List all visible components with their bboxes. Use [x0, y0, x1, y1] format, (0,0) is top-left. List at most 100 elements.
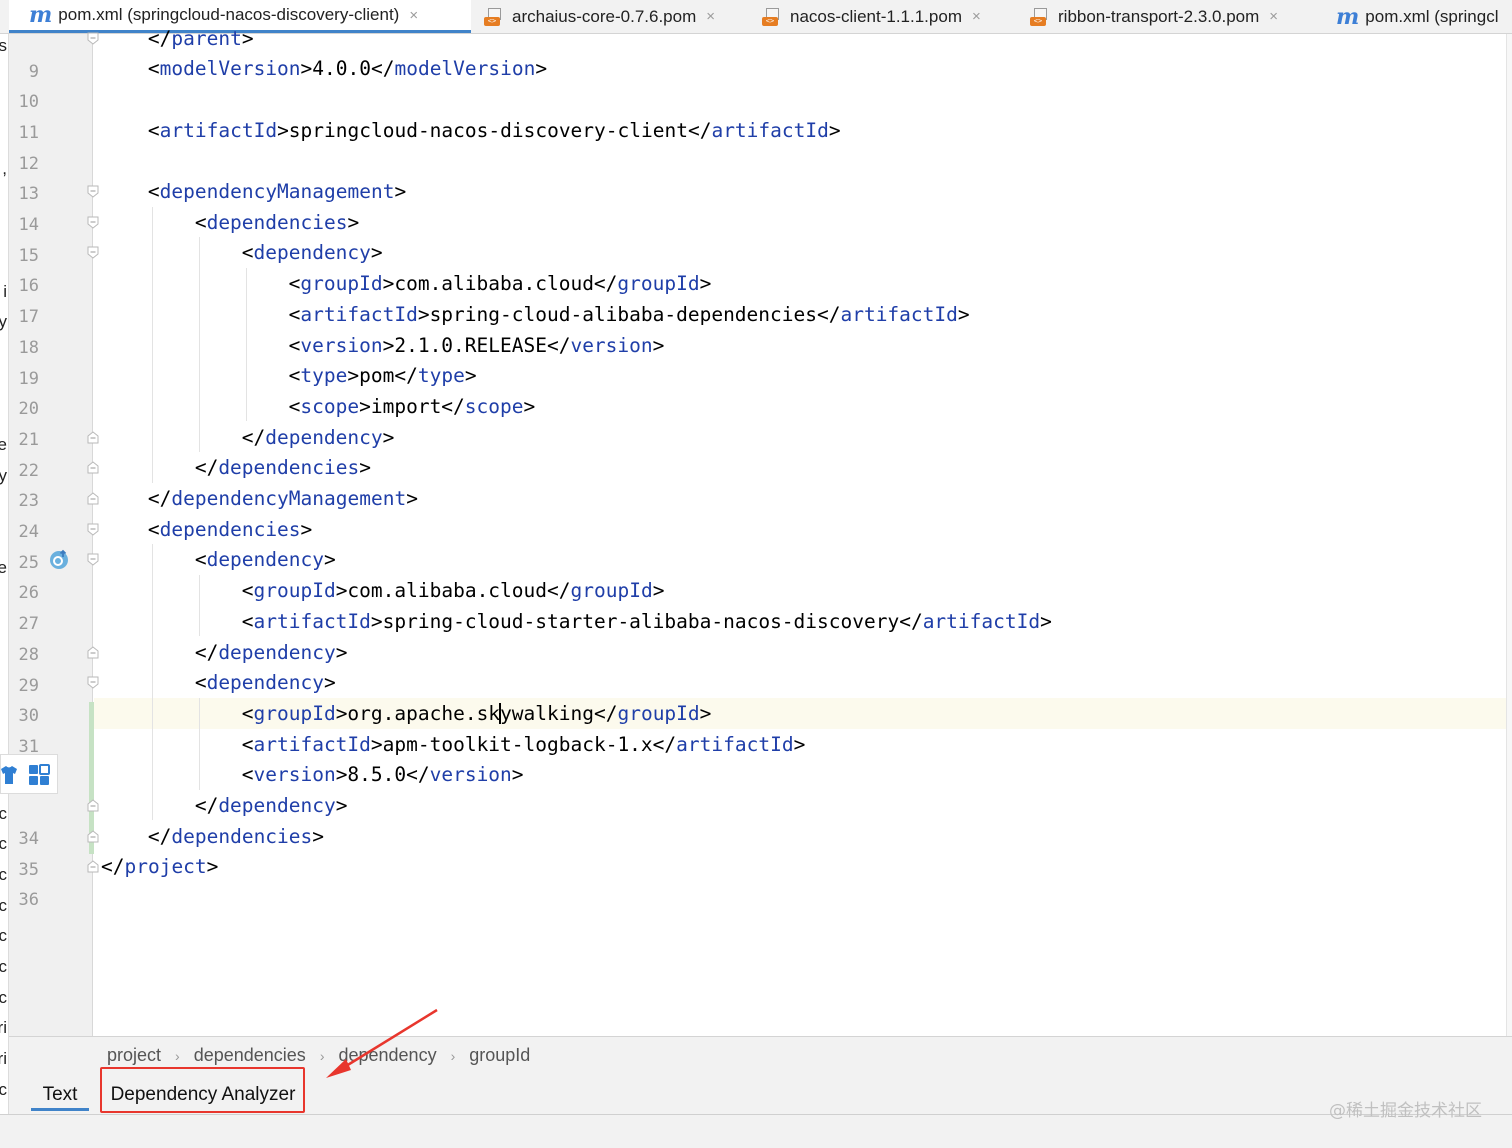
code-line[interactable]: </dependencyManagement> — [148, 483, 418, 514]
project-tree-fragment: c — [0, 988, 7, 1008]
xml-text: > — [464, 364, 477, 388]
code-line[interactable]: </dependency> — [195, 637, 348, 668]
fold-close-icon[interactable] — [87, 430, 99, 444]
xml-text: > — [535, 57, 548, 81]
code-line[interactable]: <type>pom</type> — [289, 360, 477, 391]
code-line[interactable]: <dependencyManagement> — [148, 176, 406, 207]
xml-text: < — [241, 241, 254, 265]
editor-tab[interactable]: m pom.xml (springcl — [1316, 0, 1512, 33]
xml-tag-name: groupId — [253, 579, 336, 603]
code-line[interactable]: <artifactId>spring-cloud-alibaba-depende… — [289, 299, 970, 330]
xml-text: >springcloud-nacos-discovery-client</ — [277, 118, 712, 142]
fold-close-icon[interactable] — [87, 461, 99, 474]
breadcrumb-item[interactable]: project — [107, 1045, 161, 1066]
xml-text: < — [288, 333, 301, 357]
fold-open-icon[interactable] — [87, 553, 99, 567]
xml-text: < — [241, 579, 254, 603]
fold-open-icon[interactable] — [87, 523, 99, 536]
code-line[interactable]: </parent> — [148, 23, 254, 54]
code-line[interactable]: </dependency> — [242, 422, 395, 453]
code-line[interactable]: <artifactId>apm-toolkit-logback-1.x</art… — [242, 729, 806, 760]
code-line[interactable]: <dependency> — [195, 544, 336, 575]
fold-open-icon[interactable] — [87, 246, 99, 260]
code-line[interactable]: <version>8.5.0</version> — [242, 759, 524, 790]
shirt-icon[interactable] — [0, 764, 18, 786]
xml-tag-name: version — [300, 333, 383, 357]
code-line[interactable]: <dependency> — [242, 237, 383, 268]
layout-grid-icon[interactable] — [28, 764, 50, 786]
vertical-scrollbar[interactable] — [1506, 34, 1512, 1036]
xml-text: > — [323, 548, 336, 572]
code-line[interactable]: <artifactId>spring-cloud-starter-alibaba… — [242, 606, 1052, 637]
code-line[interactable]: <dependency> — [195, 667, 336, 698]
close-icon[interactable]: × — [1269, 8, 1278, 25]
project-tree-fragment: y — [0, 312, 7, 332]
pom-file-badge: <> — [484, 16, 500, 26]
editor-tab[interactable]: <> nacos-client-1.1.1.pom × — [750, 0, 1017, 33]
code-line[interactable]: <groupId>com.alibaba.cloud</groupId> — [242, 575, 665, 606]
breadcrumb-item[interactable]: groupId — [469, 1045, 530, 1066]
indent-guide — [151, 544, 153, 821]
xml-tag-name: groupId — [570, 579, 653, 603]
xml-tag-name: artifactId — [300, 302, 418, 326]
line-number: 20 — [18, 399, 39, 420]
xml-text: > — [699, 272, 712, 296]
line-number: 14 — [18, 215, 39, 235]
code-line[interactable]: </project> — [101, 851, 218, 882]
xml-text: > — [523, 394, 536, 418]
maven-m-icon: m — [1336, 3, 1360, 30]
breadcrumb-item[interactable]: dependency — [338, 1045, 436, 1066]
xml-tag-name: artifactId — [159, 118, 278, 142]
xml-text: > — [1040, 609, 1052, 633]
xml-text: > — [394, 180, 407, 203]
line-number: 36 — [18, 890, 39, 911]
breadcrumb-item[interactable]: dependencies — [194, 1045, 306, 1066]
xml-tag-name: type — [417, 364, 465, 388]
code-line[interactable]: <groupId>org.apache.skywalking</groupId> — [242, 698, 712, 729]
code-line[interactable]: </dependencies> — [195, 452, 371, 483]
pom-file-icon: <> — [484, 7, 504, 26]
fold-open-icon[interactable] — [87, 676, 99, 689]
override-icon[interactable] — [48, 548, 70, 570]
xml-tag-name: artifactId — [676, 732, 794, 756]
fold-open-icon[interactable] — [87, 185, 99, 198]
code-line[interactable]: <dependencies> — [195, 207, 359, 238]
xml-text: > — [652, 333, 665, 357]
code-line[interactable]: <scope>import</scope> — [289, 391, 536, 422]
fold-close-icon[interactable] — [87, 799, 99, 812]
fold-close-icon[interactable] — [87, 860, 99, 873]
xml-text: > — [206, 855, 219, 879]
xml-tag-name: groupId — [300, 272, 383, 296]
xml-text: >com.alibaba.cloud</ — [335, 579, 571, 603]
fold-close-icon[interactable] — [87, 645, 99, 659]
close-icon[interactable]: × — [706, 8, 715, 25]
xml-tag-name: scope — [464, 394, 524, 418]
editor-tab[interactable]: <> ribbon-transport-2.3.0.pom × — [1018, 0, 1315, 33]
code-line[interactable]: <artifactId>springcloud-nacos-discovery-… — [148, 115, 841, 146]
xml-text: </ — [101, 855, 125, 879]
fold-open-icon[interactable] — [87, 32, 99, 45]
xml-text: >com.alibaba.cloud</ — [382, 272, 618, 296]
tab-text[interactable]: Text — [31, 1079, 89, 1111]
code-line[interactable]: </dependency> — [195, 790, 348, 821]
xml-text: < — [241, 732, 254, 756]
code-line[interactable]: <groupId>com.alibaba.cloud</groupId> — [289, 268, 712, 299]
code-line[interactable]: <modelVersion>4.0.0</modelVersion> — [148, 53, 547, 84]
indent-guide — [198, 237, 200, 453]
fold-open-icon[interactable] — [87, 216, 99, 229]
fold-close-icon[interactable] — [87, 830, 99, 843]
xml-text: > — [312, 824, 325, 848]
code-line[interactable]: <version>2.1.0.RELEASE</version> — [289, 330, 665, 361]
line-number: 22 — [18, 460, 39, 481]
close-icon[interactable]: × — [972, 8, 981, 25]
xml-text: > — [323, 671, 336, 695]
xml-text: >org.apache.sk — [335, 701, 501, 725]
code-line[interactable]: <dependencies> — [148, 514, 312, 545]
xml-text: >import</ — [359, 394, 465, 418]
code-line[interactable]: </dependencies> — [148, 821, 324, 852]
close-icon[interactable]: × — [409, 7, 418, 24]
fold-close-icon[interactable] — [87, 492, 99, 505]
tab-label: nacos-client-1.1.1.pom — [790, 6, 962, 26]
editor-tab[interactable]: <> archaius-core-0.7.6.pom × — [472, 0, 749, 33]
breadcrumb-separator: › — [175, 1047, 180, 1064]
